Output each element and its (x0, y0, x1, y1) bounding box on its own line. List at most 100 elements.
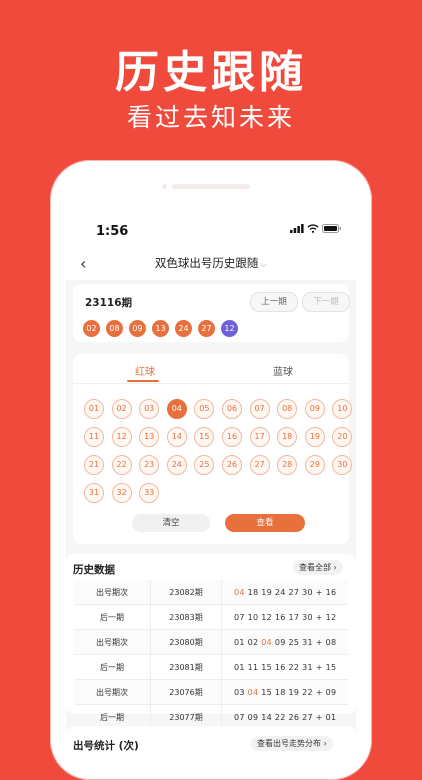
red-number: 04 (247, 687, 259, 697)
red-number: 12 (261, 612, 273, 622)
nav-bar: ‹ 双色球出号历史跟随 ⌵ (66, 246, 356, 280)
red-number: 19 (261, 587, 273, 597)
number-ball-16[interactable]: 16 (222, 427, 242, 447)
blue-number: 01 (325, 712, 337, 722)
number-ball-20[interactable]: 20 (332, 427, 353, 447)
row-numbers: 03 04 15 18 19 22 + 09 (221, 679, 348, 705)
red-number: 07 (234, 612, 245, 622)
row-issue: 23082期 (150, 580, 222, 605)
number-ball-07[interactable]: 07 (249, 399, 270, 419)
row-numbers: 07 10 12 16 17 30 + 12 (221, 604, 348, 630)
tab-red-ball[interactable]: 红球 (135, 363, 155, 378)
latest-issue: 23116期 (85, 297, 133, 309)
table-row: 后一期 23081期 01 11 15 16 22 31 + 15 (74, 654, 348, 680)
number-ball-12[interactable]: 12 (111, 427, 132, 447)
red-number: 16 (274, 612, 286, 622)
blue-number: 15 (325, 662, 337, 672)
ball-tabs: 红球 蓝球 (73, 354, 349, 384)
row-issue: 23076期 (150, 679, 222, 705)
number-ball-03[interactable]: 03 (139, 399, 160, 419)
red-ball: 24 (175, 320, 192, 337)
number-ball-18[interactable]: 18 (277, 427, 298, 447)
number-ball-33[interactable]: 33 (139, 483, 160, 503)
number-ball-24[interactable]: 24 (166, 455, 187, 475)
red-number: 22 (288, 662, 300, 672)
red-number: 11 (247, 662, 259, 672)
red-number: 25 (288, 637, 300, 647)
number-ball-08[interactable]: 08 (277, 399, 298, 419)
red-number: 10 (247, 612, 259, 622)
number-ball-15[interactable]: 15 (194, 427, 215, 447)
tab-blue-ball[interactable]: 蓝球 (273, 363, 293, 378)
red-ball: 02 (83, 320, 100, 337)
red-number: 14 (261, 712, 273, 722)
number-ball-04[interactable]: 04 (166, 399, 187, 419)
clear-button[interactable]: 清空 (132, 514, 210, 532)
number-ball-30[interactable]: 30 (332, 455, 353, 475)
number-ball-23[interactable]: 23 (139, 455, 160, 475)
red-number: 09 (274, 637, 286, 647)
red-number: 30 (302, 612, 313, 622)
number-ball-21[interactable]: 21 (84, 455, 104, 475)
hero-title: 历史跟随 (115, 47, 307, 98)
blue-number: 08 (325, 637, 337, 647)
number-ball-22[interactable]: 22 (111, 455, 132, 475)
red-number: 17 (288, 612, 300, 622)
trend-link[interactable]: 查看出号走势分布 › (251, 736, 333, 751)
red-number: 02 (247, 637, 259, 647)
battery-icon (322, 224, 341, 233)
number-ball-09[interactable]: 09 (304, 399, 325, 419)
blue-number: 12 (325, 612, 337, 622)
number-ball-02[interactable]: 02 (111, 399, 132, 419)
status-time: 1:56 (96, 224, 129, 239)
red-ball: 08 (106, 320, 123, 337)
number-ball-27[interactable]: 27 (249, 455, 270, 475)
number-ball-26[interactable]: 26 (222, 455, 242, 475)
number-ball-32[interactable]: 32 (111, 483, 132, 503)
table-row: 出号期次 23080期 01 02 04 09 25 31 + 08 (74, 629, 348, 655)
red-number: 04 (234, 587, 245, 597)
red-ball: 27 (198, 320, 215, 337)
red-number: 18 (274, 687, 286, 697)
row-issue: 23080期 (150, 629, 222, 655)
speaker-notch (172, 184, 250, 189)
red-number: 31 (302, 662, 313, 672)
number-ball-17[interactable]: 17 (249, 427, 270, 447)
number-ball-11[interactable]: 11 (84, 427, 104, 447)
red-number: 22 (274, 712, 286, 722)
blue-number: 16 (325, 587, 337, 597)
tab-divider (73, 383, 349, 384)
number-ball-13[interactable]: 13 (139, 427, 160, 447)
red-number: 01 (234, 637, 245, 647)
nav-title[interactable]: 双色球出号历史跟随 ⌵ (66, 255, 356, 271)
number-ball-28[interactable]: 28 (277, 455, 298, 475)
number-ball-31[interactable]: 31 (84, 483, 104, 503)
number-ball-10[interactable]: 10 (332, 399, 353, 419)
status-icons (290, 224, 342, 233)
number-ball-29[interactable]: 29 (304, 455, 325, 475)
next-issue-button[interactable]: 下一期 (302, 292, 350, 312)
app-screen: 1:56 ‹ 双色球出号历史跟随 ⌵ 23116期 上一期 下一期 02 08 … (66, 212, 356, 772)
camera-dot (162, 184, 167, 189)
wifi-icon (307, 224, 319, 233)
number-ball-06[interactable]: 06 (222, 399, 242, 419)
hero-subtitle: 看过去知未来 (126, 103, 295, 132)
number-ball-25[interactable]: 25 (194, 455, 215, 475)
number-ball-19[interactable]: 19 (304, 427, 325, 447)
row-issue: 23081期 (150, 654, 222, 680)
view-all-link[interactable]: 查看全部 › (293, 560, 343, 575)
red-number: 27 (302, 712, 313, 722)
red-number: 31 (302, 637, 313, 647)
number-ball-05[interactable]: 05 (194, 399, 215, 419)
number-ball-14[interactable]: 14 (166, 427, 187, 447)
red-number: 16 (274, 662, 286, 672)
red-number: 22 (302, 687, 313, 697)
status-bar: 1:56 (66, 212, 356, 246)
number-ball-01[interactable]: 01 (84, 399, 104, 419)
view-button[interactable]: 查看 (225, 514, 305, 532)
prev-issue-button[interactable]: 上一期 (250, 292, 298, 312)
view-all-label: 查看全部 (299, 563, 331, 572)
chevron-down-icon: ⌵ (260, 260, 268, 270)
latest-balls: 02 08 09 13 24 27 12 (83, 320, 238, 337)
red-number: 09 (247, 712, 259, 722)
